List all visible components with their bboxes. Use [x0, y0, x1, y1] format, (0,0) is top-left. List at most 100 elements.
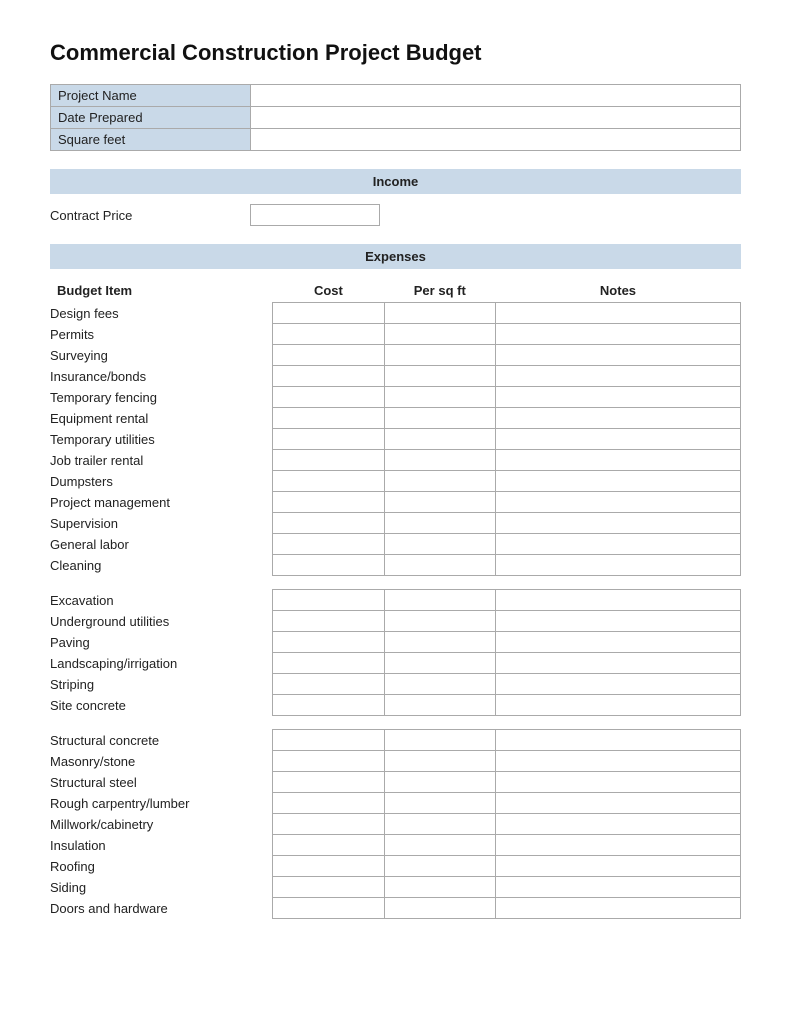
notes-cell[interactable]: [495, 793, 740, 814]
persqft-cell[interactable]: [384, 408, 495, 429]
notes-cell[interactable]: [495, 303, 740, 324]
persqft-cell[interactable]: [384, 492, 495, 513]
cost-cell[interactable]: [273, 513, 384, 534]
budget-item-label: Insurance/bonds: [50, 366, 273, 387]
cost-cell[interactable]: [273, 387, 384, 408]
notes-cell[interactable]: [495, 513, 740, 534]
persqft-cell[interactable]: [384, 450, 495, 471]
notes-cell[interactable]: [495, 345, 740, 366]
notes-cell[interactable]: [495, 730, 740, 751]
cost-cell[interactable]: [273, 751, 384, 772]
budget-item-label: Site concrete: [50, 695, 273, 716]
persqft-cell[interactable]: [384, 345, 495, 366]
notes-cell[interactable]: [495, 856, 740, 877]
cost-cell[interactable]: [273, 695, 384, 716]
notes-cell[interactable]: [495, 611, 740, 632]
persqft-cell[interactable]: [384, 793, 495, 814]
notes-cell[interactable]: [495, 555, 740, 576]
persqft-cell[interactable]: [384, 387, 495, 408]
persqft-cell[interactable]: [384, 730, 495, 751]
persqft-cell[interactable]: [384, 695, 495, 716]
persqft-cell[interactable]: [384, 513, 495, 534]
persqft-cell[interactable]: [384, 632, 495, 653]
budget-item-label: General labor: [50, 534, 273, 555]
notes-cell[interactable]: [495, 772, 740, 793]
notes-cell[interactable]: [495, 590, 740, 611]
notes-cell[interactable]: [495, 387, 740, 408]
notes-cell[interactable]: [495, 408, 740, 429]
info-value[interactable]: [251, 85, 741, 107]
persqft-cell[interactable]: [384, 324, 495, 345]
table-row: General labor: [50, 534, 741, 555]
persqft-cell[interactable]: [384, 590, 495, 611]
persqft-cell[interactable]: [384, 534, 495, 555]
cost-cell[interactable]: [273, 450, 384, 471]
budget-item-label: Dumpsters: [50, 471, 273, 492]
notes-cell[interactable]: [495, 492, 740, 513]
notes-cell[interactable]: [495, 450, 740, 471]
cost-cell[interactable]: [273, 730, 384, 751]
persqft-cell[interactable]: [384, 471, 495, 492]
table-row: Underground utilities: [50, 611, 741, 632]
persqft-cell[interactable]: [384, 898, 495, 919]
persqft-cell[interactable]: [384, 814, 495, 835]
cost-cell[interactable]: [273, 345, 384, 366]
notes-cell[interactable]: [495, 751, 740, 772]
notes-cell[interactable]: [495, 835, 740, 856]
cost-cell[interactable]: [273, 793, 384, 814]
info-value[interactable]: [251, 107, 741, 129]
table-row: Supervision: [50, 513, 741, 534]
persqft-cell[interactable]: [384, 856, 495, 877]
cost-cell[interactable]: [273, 429, 384, 450]
cost-cell[interactable]: [273, 471, 384, 492]
budget-item-label: Equipment rental: [50, 408, 273, 429]
notes-cell[interactable]: [495, 471, 740, 492]
cost-cell[interactable]: [273, 674, 384, 695]
notes-cell[interactable]: [495, 814, 740, 835]
contract-input[interactable]: [250, 204, 380, 226]
table-row: Striping: [50, 674, 741, 695]
notes-cell[interactable]: [495, 324, 740, 345]
table-row: Cleaning: [50, 555, 741, 576]
info-value[interactable]: [251, 129, 741, 151]
notes-cell[interactable]: [495, 695, 740, 716]
cost-cell[interactable]: [273, 653, 384, 674]
persqft-cell[interactable]: [384, 772, 495, 793]
cost-cell[interactable]: [273, 632, 384, 653]
cost-cell[interactable]: [273, 814, 384, 835]
persqft-cell[interactable]: [384, 751, 495, 772]
notes-cell[interactable]: [495, 366, 740, 387]
cost-cell[interactable]: [273, 324, 384, 345]
persqft-cell[interactable]: [384, 877, 495, 898]
notes-cell[interactable]: [495, 653, 740, 674]
cost-cell[interactable]: [273, 366, 384, 387]
notes-cell[interactable]: [495, 429, 740, 450]
cost-cell[interactable]: [273, 555, 384, 576]
budget-item-label: Supervision: [50, 513, 273, 534]
cost-cell[interactable]: [273, 408, 384, 429]
notes-cell[interactable]: [495, 632, 740, 653]
cost-cell[interactable]: [273, 590, 384, 611]
persqft-cell[interactable]: [384, 303, 495, 324]
persqft-cell[interactable]: [384, 611, 495, 632]
cost-cell[interactable]: [273, 492, 384, 513]
persqft-cell[interactable]: [384, 653, 495, 674]
cost-cell[interactable]: [273, 303, 384, 324]
persqft-cell[interactable]: [384, 429, 495, 450]
info-label: Project Name: [51, 85, 251, 107]
notes-cell[interactable]: [495, 674, 740, 695]
cost-cell[interactable]: [273, 877, 384, 898]
notes-cell[interactable]: [495, 877, 740, 898]
cost-cell[interactable]: [273, 772, 384, 793]
cost-cell[interactable]: [273, 898, 384, 919]
persqft-cell[interactable]: [384, 555, 495, 576]
cost-cell[interactable]: [273, 856, 384, 877]
persqft-cell[interactable]: [384, 366, 495, 387]
persqft-cell[interactable]: [384, 835, 495, 856]
cost-cell[interactable]: [273, 835, 384, 856]
notes-cell[interactable]: [495, 534, 740, 555]
notes-cell[interactable]: [495, 898, 740, 919]
cost-cell[interactable]: [273, 534, 384, 555]
persqft-cell[interactable]: [384, 674, 495, 695]
cost-cell[interactable]: [273, 611, 384, 632]
